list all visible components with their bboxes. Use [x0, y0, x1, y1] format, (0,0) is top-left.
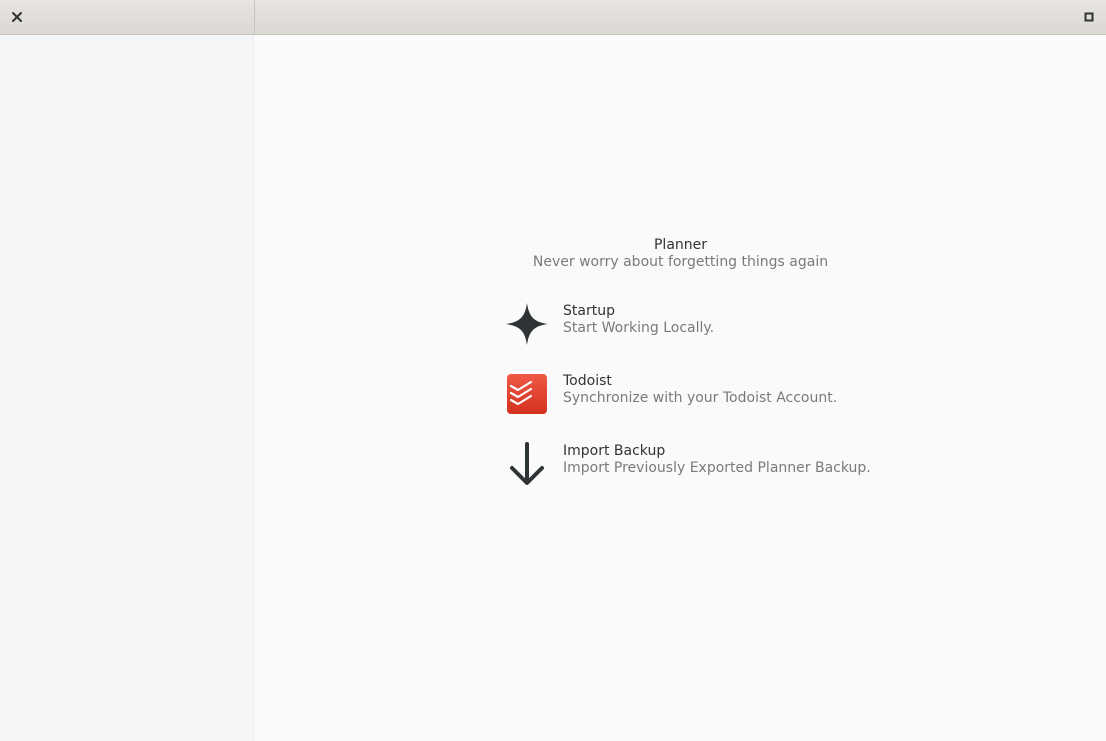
startup-description: Start Working Locally. — [563, 320, 715, 336]
todoist-label: Todoist — [563, 373, 612, 389]
sparkle-icon — [506, 303, 548, 345]
sidebar — [0, 35, 254, 741]
startup-option[interactable]: Startup Start Working Locally. — [504, 301, 904, 347]
maximize-icon — [1084, 12, 1094, 22]
import-backup-option[interactable]: Import Backup Import Previously Exported… — [504, 441, 904, 487]
app-window: Planner Never worry about forgetting thi… — [0, 0, 1106, 741]
todoist-icon — [507, 374, 547, 414]
welcome-subtitle: Never worry about forgetting things agai… — [532, 254, 829, 270]
welcome-title: Planner — [653, 237, 708, 253]
startup-label: Startup — [563, 303, 615, 319]
close-button[interactable] — [7, 8, 27, 26]
close-icon — [12, 12, 22, 22]
import-backup-description: Import Previously Exported Planner Backu… — [563, 460, 871, 476]
import-backup-label: Import Backup — [563, 443, 666, 459]
header-divider — [254, 0, 255, 35]
maximize-button[interactable] — [1080, 8, 1098, 26]
header-bar — [0, 0, 1106, 35]
todoist-description: Synchronize with your Todoist Account. — [563, 390, 838, 406]
arrow-down-icon — [510, 442, 544, 485]
todoist-option[interactable]: Todoist Synchronize with your Todoist Ac… — [504, 371, 904, 417]
